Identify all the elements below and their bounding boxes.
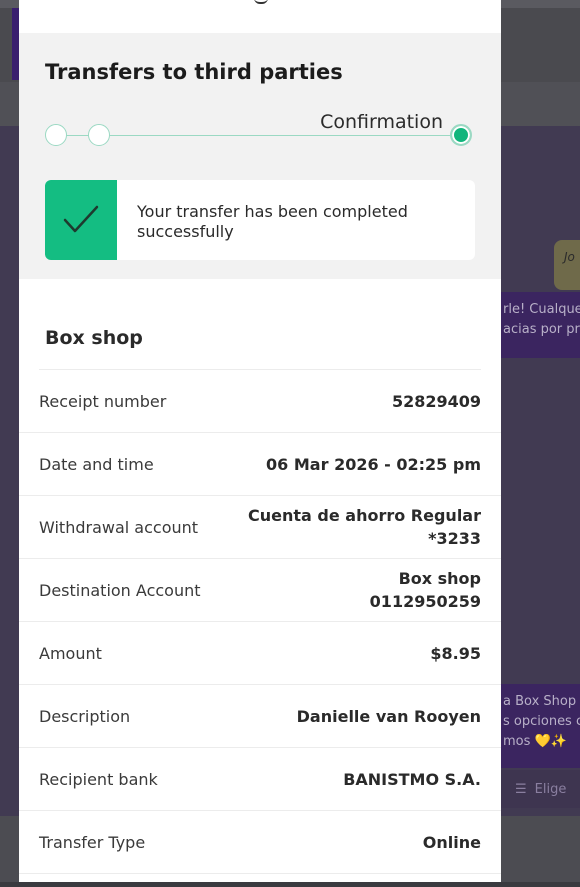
detail-label: Withdrawal account <box>39 517 199 537</box>
detail-row-description: Description Danielle van Rooyen <box>19 685 501 748</box>
background-bubble-line: acias por pre <box>503 322 580 337</box>
value-line: Cuenta de ahorro Regular <box>248 506 481 525</box>
detail-row-date-time: Date and time 06 Mar 2026 - 02:25 pm <box>19 433 501 496</box>
background-chat-bubble-bot: rle! Cualque acias por pre <box>495 292 580 358</box>
step-3-dot-active <box>450 124 472 146</box>
list-icon: ☰ <box>515 781 527 797</box>
detail-value: Box shop 0112950259 <box>370 567 481 613</box>
detail-label: Destination Account <box>39 580 201 600</box>
background-elige-button: ☰ Elige <box>495 770 580 808</box>
detail-label: Recipient bank <box>39 769 158 789</box>
cropped-glyph <box>254 0 268 4</box>
success-message: Your transfer has been completed success… <box>137 202 408 241</box>
background-bottom-edge <box>0 882 580 887</box>
value-line: Online <box>422 832 481 852</box>
value-line: 0112950259 <box>369 592 481 611</box>
transfer-receipt-modal: Transfers to third parties Confirmation … <box>19 0 501 882</box>
background-elige-label: Elige <box>534 781 567 797</box>
background-chat-bubble-bot-2: a Box Shop s opciones c mos 💛✨ <box>495 684 580 768</box>
step-1-dot <box>45 124 67 146</box>
detail-label: Transfer Type <box>39 832 146 852</box>
value-line: Box shop <box>398 569 481 588</box>
detail-value: BANISTMO S.A. <box>343 768 481 791</box>
background-bubble-line: mos 💛✨ <box>503 734 567 749</box>
value-line: $8.95 <box>430 643 481 663</box>
checkmark-icon <box>45 180 117 260</box>
detail-row-receipt-number: Receipt number 52829409 <box>19 370 501 433</box>
detail-label: Receipt number <box>39 391 167 411</box>
detail-row-recipient-bank: Recipient bank BANISTMO S.A. <box>19 748 501 811</box>
background-chat-bubble-user: Jo <box>554 240 580 290</box>
detail-value: Online <box>423 831 481 854</box>
modal-top-strip <box>19 0 501 33</box>
merchant-name: Box shop <box>45 327 143 349</box>
detail-label: Date and time <box>39 454 154 474</box>
detail-value: Cuenta de ahorro Regular *3233 <box>248 504 481 550</box>
progress-stepper: Confirmation <box>45 111 475 147</box>
background-bubble-text: Jo <box>564 250 575 264</box>
value-line: *3233 <box>428 529 481 548</box>
success-banner: Your transfer has been completed success… <box>45 180 475 260</box>
background-bubble-line: rle! Cualque <box>503 302 580 317</box>
stepper-line <box>57 135 463 136</box>
detail-value: 06 Mar 2026 - 02:25 pm <box>266 453 481 476</box>
detail-row-destination-account: Destination Account Box shop 0112950259 <box>19 559 501 622</box>
current-step-label: Confirmation <box>320 111 443 133</box>
detail-label: Description <box>39 706 131 726</box>
step-2-dot <box>88 124 110 146</box>
background-bubble-line: s opciones c <box>503 714 580 729</box>
page-title: Transfers to third parties <box>45 60 343 84</box>
value-line: BANISTMO S.A. <box>343 769 481 789</box>
status-section: Transfers to third parties Confirmation … <box>19 33 501 279</box>
detail-value: Danielle van Rooyen <box>297 705 481 728</box>
detail-value: $8.95 <box>430 642 481 665</box>
value-line: 52829409 <box>391 391 481 411</box>
detail-row-amount: Amount $8.95 <box>19 622 501 685</box>
detail-row-transfer-type: Transfer Type Online <box>19 811 501 874</box>
detail-row-withdrawal-account: Withdrawal account Cuenta de ahorro Regu… <box>19 496 501 559</box>
detail-value: 52829409 <box>392 390 481 413</box>
value-line: 06 Mar 2026 - 02:25 pm <box>266 454 481 474</box>
detail-label: Amount <box>39 643 102 663</box>
background-bubble-line: a Box Shop <box>503 694 577 709</box>
value-line: Danielle van Rooyen <box>296 706 481 726</box>
receipt-details: Box shop Receipt number 52829409 Date an… <box>19 279 501 874</box>
